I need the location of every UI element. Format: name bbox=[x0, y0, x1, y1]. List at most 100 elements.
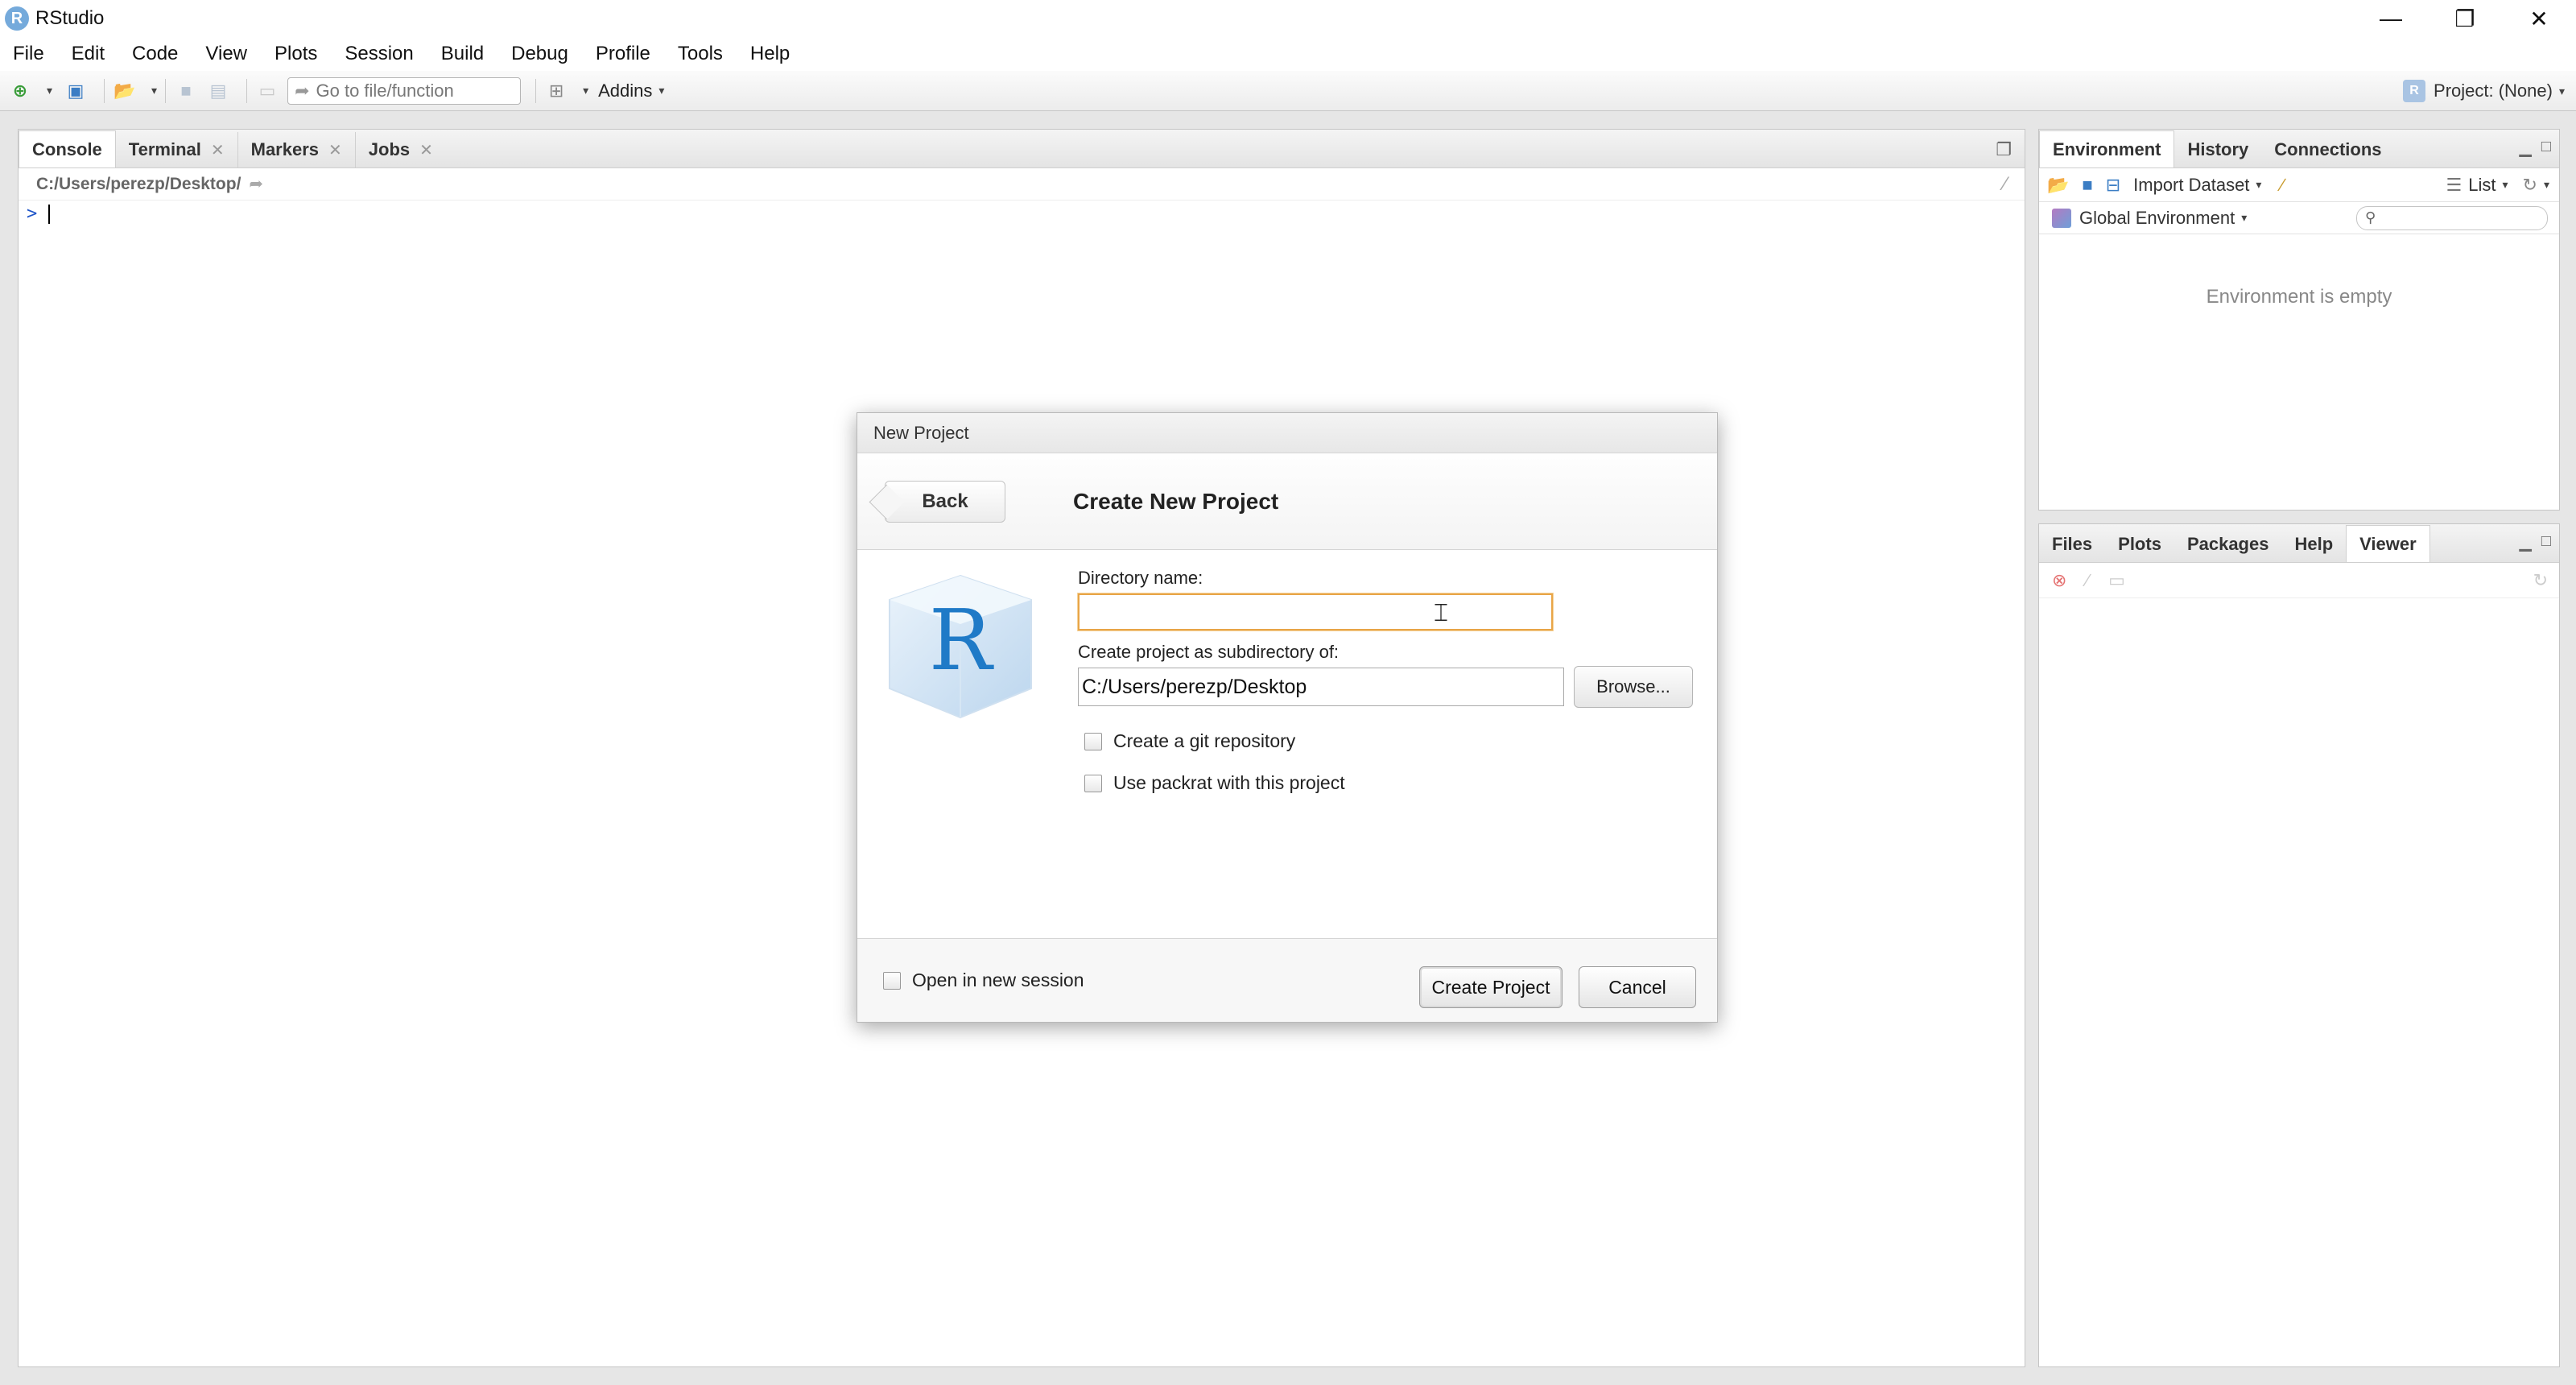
goto-file-function-input[interactable]: ➦ Go to file/function bbox=[287, 76, 522, 105]
console-working-directory: C:/Users/perezp/Desktop/ ➦ bbox=[19, 168, 2025, 201]
menu-profile[interactable]: Profile bbox=[596, 43, 650, 65]
menu-file[interactable]: File bbox=[13, 43, 44, 65]
minimize-pane-icon[interactable]: ▁ bbox=[2520, 532, 2532, 552]
dialog-heading: Create New Project bbox=[1073, 489, 1279, 514]
menu-debug[interactable]: Debug bbox=[511, 43, 568, 65]
tab-terminal[interactable]: Terminal ✕ bbox=[116, 132, 238, 167]
goto-placeholder: Go to file/function bbox=[316, 80, 454, 101]
browse-button[interactable]: Browse... bbox=[1574, 666, 1693, 708]
refresh-icon[interactable]: ↻ bbox=[2523, 175, 2537, 196]
tab-history[interactable]: History bbox=[2174, 132, 2261, 167]
console-input[interactable]: > bbox=[19, 201, 2025, 224]
tab-label: Jobs bbox=[368, 139, 411, 159]
tab-console[interactable]: Console bbox=[19, 130, 116, 167]
addins-menu[interactable]: Addins bbox=[598, 81, 652, 101]
tab-packages[interactable]: Packages bbox=[2174, 527, 2282, 562]
project-menu[interactable]: R Project: (None) ▾ bbox=[2403, 71, 2565, 111]
create-project-button[interactable]: Create Project bbox=[1419, 966, 1563, 1008]
toolbar-divider bbox=[165, 78, 167, 103]
packrat-checkbox[interactable] bbox=[1084, 774, 1102, 792]
workspace-panes-icon[interactable]: ⊞ bbox=[544, 79, 568, 103]
window-title: RStudio bbox=[35, 7, 105, 29]
save-workspace-icon[interactable]: ■ bbox=[2082, 175, 2092, 196]
restore-icon[interactable]: ❐ bbox=[2428, 0, 2502, 37]
directory-name-input[interactable] bbox=[1077, 593, 1554, 631]
working-directory-path: C:/Users/perezp/Desktop/ bbox=[36, 174, 242, 193]
tab-help[interactable]: Help bbox=[2281, 527, 2346, 562]
menu-edit[interactable]: Edit bbox=[72, 43, 105, 65]
refresh-icon[interactable]: ↻ bbox=[2533, 570, 2548, 591]
menu-tools[interactable]: Tools bbox=[678, 43, 723, 65]
menu-session[interactable]: Session bbox=[345, 43, 413, 65]
cancel-button[interactable]: Cancel bbox=[1579, 966, 1696, 1008]
menu-code[interactable]: Code bbox=[132, 43, 178, 65]
new-file-dropdown-icon[interactable]: ▾ bbox=[47, 84, 52, 97]
environment-empty-message: Environment is empty bbox=[2206, 286, 2392, 308]
global-environment-icon bbox=[2052, 208, 2071, 228]
close-tab-icon[interactable]: ✕ bbox=[328, 140, 342, 160]
new-session-option[interactable]: Open in new session bbox=[883, 970, 1084, 991]
packrat-option[interactable]: Use packrat with this project bbox=[1084, 772, 1345, 794]
r-project-logo-icon: R bbox=[889, 574, 1032, 719]
back-button[interactable]: Back bbox=[885, 481, 1005, 523]
menu-view[interactable]: View bbox=[205, 43, 247, 65]
git-repository-checkbox[interactable] bbox=[1084, 732, 1102, 750]
close-tab-icon[interactable]: ✕ bbox=[419, 140, 433, 160]
print-icon[interactable]: ▭ bbox=[255, 79, 279, 103]
search-icon: ⚲ bbox=[2365, 209, 2376, 225]
toolbar-divider bbox=[104, 78, 105, 103]
new-session-checkbox[interactable] bbox=[883, 971, 901, 990]
git-repository-option[interactable]: Create a git repository bbox=[1084, 730, 1295, 752]
browse-button-label: Browse... bbox=[1596, 676, 1670, 697]
dialog-footer: Open in new session Create Project Cance… bbox=[857, 938, 1717, 1022]
environment-search-input[interactable]: ⚲ bbox=[2356, 205, 2548, 230]
subdirectory-input[interactable] bbox=[1078, 668, 1564, 706]
minimize-pane-icon[interactable]: ▁ bbox=[2520, 138, 2532, 158]
open-file-icon[interactable]: 📂 bbox=[113, 79, 137, 103]
viewer-toolbar: ⊗ ∕ ▭ ↻ bbox=[2039, 563, 2559, 598]
view-mode-menu[interactable]: ☰ List ▾ ↻ ▾ bbox=[2446, 175, 2549, 196]
cancel-button-label: Cancel bbox=[1608, 976, 1666, 998]
save-all-icon[interactable]: ▤ bbox=[206, 79, 230, 103]
clear-objects-icon[interactable]: ∕ bbox=[2281, 175, 2284, 196]
tab-plots[interactable]: Plots bbox=[2105, 527, 2174, 562]
maximize-pane-icon[interactable]: □ bbox=[2541, 138, 2551, 158]
close-icon[interactable]: ✕ bbox=[2502, 0, 2576, 37]
environment-scope-dropdown-icon[interactable]: ▾ bbox=[2241, 211, 2247, 225]
tab-connections[interactable]: Connections bbox=[2261, 132, 2394, 167]
addins-dropdown-icon[interactable]: ▾ bbox=[658, 84, 664, 97]
console-tabbar: Console Terminal ✕ Markers ✕ Jobs ✕ ❐ bbox=[19, 130, 2025, 168]
tab-jobs[interactable]: Jobs ✕ bbox=[356, 132, 446, 167]
environment-scope-label[interactable]: Global Environment bbox=[2079, 208, 2235, 229]
git-repository-label: Create a git repository bbox=[1113, 730, 1296, 751]
workspace-panes-dropdown-icon[interactable]: ▾ bbox=[583, 84, 588, 97]
new-project-icon[interactable]: ▣ bbox=[64, 79, 88, 103]
tab-environment[interactable]: Environment bbox=[2039, 130, 2175, 167]
tab-label: Console bbox=[32, 138, 102, 159]
menu-build[interactable]: Build bbox=[441, 43, 484, 65]
tab-markers[interactable]: Markers ✕ bbox=[238, 132, 356, 167]
open-file-dropdown-icon[interactable]: ▾ bbox=[151, 84, 157, 97]
maximize-pane-icon[interactable]: □ bbox=[2541, 532, 2551, 552]
load-workspace-icon[interactable]: 📂 bbox=[2047, 175, 2069, 196]
close-tab-icon[interactable]: ✕ bbox=[211, 140, 225, 160]
new-file-icon[interactable]: ⊕ bbox=[8, 79, 32, 103]
minimize-icon[interactable]: — bbox=[2354, 0, 2428, 37]
save-icon[interactable]: ■ bbox=[174, 79, 198, 103]
restore-pane-icon[interactable]: ❐ bbox=[1996, 139, 2012, 160]
pane-controls: ▁ □ bbox=[2520, 138, 2551, 158]
export-icon[interactable]: ▭ bbox=[2108, 570, 2125, 591]
menu-help[interactable]: Help bbox=[750, 43, 790, 65]
menu-plots[interactable]: Plots bbox=[275, 43, 317, 65]
subdirectory-label: Create project as subdirectory of: bbox=[1078, 642, 1340, 662]
rstudio-logo-icon: R bbox=[5, 6, 29, 31]
clear-viewer-icon[interactable]: ∕ bbox=[2086, 570, 2089, 591]
refresh-dropdown-icon[interactable]: ▾ bbox=[2544, 178, 2549, 192]
tab-files[interactable]: Files bbox=[2039, 527, 2105, 562]
tab-viewer[interactable]: Viewer bbox=[2346, 525, 2430, 562]
go-to-directory-icon[interactable]: ➦ bbox=[249, 174, 263, 194]
view-mode-dropdown-icon: ▾ bbox=[2502, 178, 2508, 191]
import-dataset-menu[interactable]: ⊟ Import Dataset ▾ bbox=[2106, 175, 2262, 196]
stop-icon[interactable]: ⊗ bbox=[2052, 570, 2066, 591]
clear-console-icon[interactable]: ∕ bbox=[2004, 173, 2007, 196]
